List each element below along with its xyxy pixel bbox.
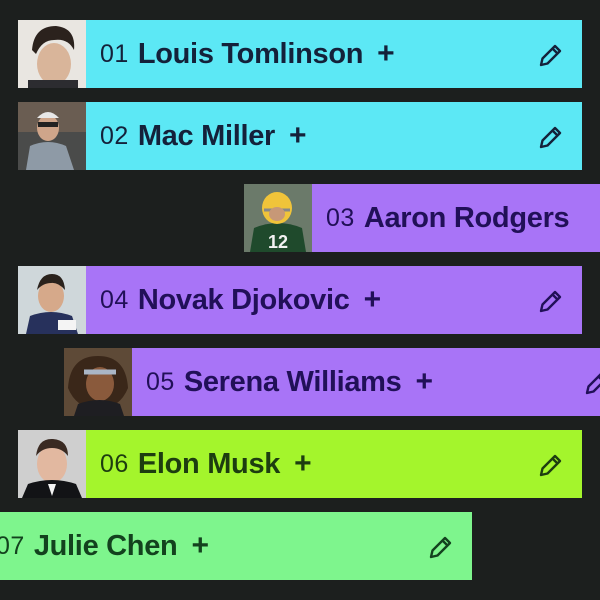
- list-item-bar[interactable]: 02 Mac Miller +: [86, 102, 582, 170]
- list-item-bar[interactable]: 04 Novak Djokovic +: [86, 266, 582, 334]
- pencil-icon[interactable]: [536, 450, 566, 480]
- avatar: [18, 266, 86, 334]
- person-name: Julie Chen: [33, 529, 178, 562]
- add-button[interactable]: +: [416, 367, 434, 397]
- person-name: Novak Djokovic: [137, 283, 350, 316]
- ranked-list: 01 Louis Tomlinson + 02 Mac Miller + 12 …: [0, 0, 600, 600]
- add-button[interactable]: +: [294, 449, 312, 479]
- rank-number: 06: [100, 449, 129, 478]
- rank-number: 01: [100, 39, 129, 68]
- person-name: Serena Williams: [183, 365, 402, 398]
- rank-number: 07: [0, 531, 25, 560]
- person-name: Elon Musk: [137, 447, 281, 480]
- avatar: 12: [244, 184, 312, 252]
- pencil-icon[interactable]: [536, 286, 566, 316]
- list-item-bar[interactable]: 06 Elon Musk +: [86, 430, 582, 498]
- person-name: Mac Miller: [137, 119, 276, 152]
- add-button[interactable]: +: [377, 39, 395, 69]
- person-name: Aaron Rodgers: [363, 201, 570, 234]
- add-button[interactable]: +: [364, 285, 382, 315]
- avatar: [64, 348, 132, 416]
- rank-number: 03: [326, 203, 355, 232]
- avatar: [18, 20, 86, 88]
- pencil-icon[interactable]: [536, 122, 566, 152]
- list-item-bar[interactable]: 03 Aaron Rodgers: [312, 184, 600, 252]
- list-item[interactable]: 01 Louis Tomlinson +: [18, 20, 582, 88]
- svg-text:12: 12: [268, 232, 288, 252]
- list-item[interactable]: 05 Serena Williams +: [64, 348, 600, 416]
- person-name: Louis Tomlinson: [137, 37, 364, 70]
- list-item-bar[interactable]: 07 Julie Chen +: [0, 512, 472, 580]
- list-item[interactable]: 12 03 Aaron Rodgers: [244, 184, 600, 252]
- list-item-bar[interactable]: 01 Louis Tomlinson +: [86, 20, 582, 88]
- pencil-icon[interactable]: [426, 532, 456, 562]
- list-item[interactable]: 02 Mac Miller +: [18, 102, 582, 170]
- pencil-icon[interactable]: [582, 368, 600, 398]
- add-button[interactable]: +: [289, 121, 307, 151]
- add-button[interactable]: +: [191, 531, 209, 561]
- list-item-bar[interactable]: 05 Serena Williams +: [132, 348, 600, 416]
- avatar: [18, 102, 86, 170]
- list-item[interactable]: 04 Novak Djokovic +: [18, 266, 582, 334]
- rank-number: 04: [100, 285, 129, 314]
- rank-number: 05: [146, 367, 175, 396]
- rank-number: 02: [100, 121, 129, 150]
- list-item[interactable]: 07 Julie Chen +: [0, 512, 472, 580]
- avatar: [18, 430, 86, 498]
- pencil-icon[interactable]: [536, 40, 566, 70]
- list-item[interactable]: 06 Elon Musk +: [18, 430, 582, 498]
